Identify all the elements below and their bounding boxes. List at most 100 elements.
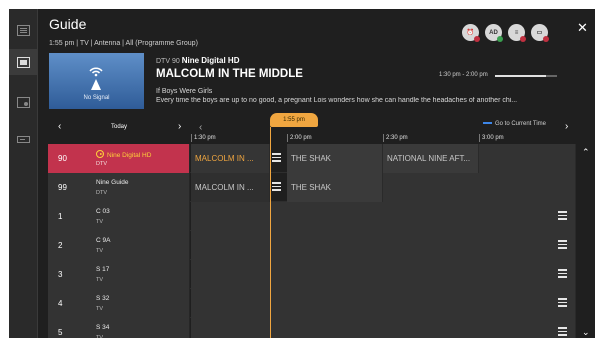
menu-icon[interactable]: [272, 182, 281, 191]
program-progress-bar: [495, 75, 557, 77]
menu-icon[interactable]: [558, 298, 567, 307]
program-cell-empty[interactable]: [383, 173, 576, 202]
program-cell-empty[interactable]: [191, 231, 576, 260]
channel-name: Nine Guide: [96, 179, 129, 186]
menu-icon[interactable]: [558, 269, 567, 278]
program-cell-empty[interactable]: [191, 289, 576, 318]
no-signal-label: No Signal: [83, 95, 110, 101]
channel-cell[interactable]: 90 Nine Digital HD DTV: [48, 144, 190, 173]
current-time-marker-icon: [483, 122, 492, 125]
program-cell[interactable]: MALCOLM IN ...: [191, 144, 270, 173]
channel-number: 4: [58, 299, 63, 308]
channel-cell[interactable]: 1 C 03 TV: [48, 202, 190, 231]
sidebar-item-guide[interactable]: [9, 17, 38, 43]
program-progress-fill: [495, 75, 547, 77]
current-channel: DTV 90 Nine Digital HD: [156, 56, 239, 65]
channel-name-text: Nine Digital HD: [107, 152, 152, 159]
schedule-list-icon[interactable]: ≡: [508, 24, 526, 42]
time-tick: 3:00 pm: [479, 134, 504, 142]
channel-row[interactable]: 99 Nine Guide DTV MALCOLM IN ... THE SHA…: [48, 173, 576, 202]
channel-name: S 32: [96, 295, 110, 302]
channel-cell[interactable]: 3 S 17 TV: [48, 260, 190, 289]
sidebar-item-settings[interactable]: [9, 126, 38, 152]
next-day-button[interactable]: ›: [178, 121, 181, 132]
channel-cell[interactable]: 99 Nine Guide DTV: [48, 173, 190, 202]
channel-cell[interactable]: 4 S 32 TV: [48, 289, 190, 318]
display-icon[interactable]: ▭: [531, 24, 549, 42]
sidebar-item-recordings[interactable]: [9, 89, 38, 115]
channel-cell[interactable]: 5 S 34 TV: [48, 318, 190, 338]
program-cell-empty[interactable]: [479, 144, 576, 173]
channel-name: S 34: [96, 324, 110, 331]
channel-cell[interactable]: 2 C 9A TV: [48, 231, 190, 260]
antenna-icon: [89, 67, 103, 90]
channel-number: 2: [58, 241, 63, 250]
channel-number: 99: [58, 183, 67, 192]
program-cell[interactable]: MALCOLM IN ...: [191, 173, 270, 202]
channel-number: 1: [58, 212, 63, 221]
prev-day-button[interactable]: ‹: [58, 121, 61, 132]
scroll-down-icon[interactable]: ⌄: [582, 327, 590, 338]
current-time-badge: 1:55 pm: [270, 113, 318, 127]
channel-row[interactable]: 2 C 9A TV: [48, 231, 576, 260]
channel-row[interactable]: 4 S 32 TV: [48, 289, 576, 318]
next-time-button[interactable]: ›: [565, 121, 568, 132]
program-cell-empty[interactable]: [191, 318, 576, 338]
menu-icon[interactable]: [558, 327, 567, 336]
channel-type: TV: [96, 277, 104, 283]
program-cell[interactable]: THE SHAK: [287, 144, 383, 173]
channel-row[interactable]: 1 C 03 TV: [48, 202, 576, 231]
scroll-up-icon[interactable]: ⌃: [582, 147, 590, 158]
program-cell[interactable]: NATIONAL NINE AFT...: [383, 144, 479, 173]
reminder-icon[interactable]: ⏰: [462, 24, 480, 42]
channel-number: 90: [58, 154, 67, 163]
hdd-icon: [17, 135, 30, 143]
current-channel-number: DTV 90: [156, 58, 180, 65]
menu-icon[interactable]: [558, 240, 567, 249]
program-episode: If Boys Were Girls: [156, 88, 213, 95]
current-channel-name: Nine Digital HD: [181, 56, 240, 65]
channel-number: 3: [58, 270, 63, 279]
audio-description-icon[interactable]: AD: [485, 24, 503, 42]
channel-row[interactable]: 3 S 17 TV: [48, 260, 576, 289]
list-icon: [17, 24, 30, 36]
channel-number: 5: [58, 328, 63, 337]
current-time-line: [270, 127, 271, 338]
program-cell[interactable]: THE SHAK: [287, 173, 383, 202]
channel-name: S 17: [96, 266, 110, 273]
go-to-current-time-button[interactable]: Go to Current Time: [483, 121, 546, 127]
channel-row[interactable]: 90 Nine Digital HD DTV MALCOLM IN ... TH…: [48, 144, 576, 173]
menu-icon[interactable]: [558, 211, 567, 220]
channel-name: C 9A: [96, 237, 111, 244]
channel-type: DTV: [96, 190, 107, 196]
menu-icon[interactable]: [272, 153, 281, 162]
channel-type: DTV: [96, 161, 107, 167]
close-icon[interactable]: ✕: [577, 21, 588, 34]
channel-row[interactable]: 5 S 34 TV: [48, 318, 576, 338]
day-label: Today: [111, 124, 128, 130]
audio-description-icon-glyph: AD: [489, 29, 498, 36]
page-title: Guide: [49, 16, 87, 32]
channel-type: TV: [96, 306, 104, 312]
record-icon: [17, 96, 30, 108]
prev-time-button[interactable]: ‹: [199, 122, 202, 133]
channel-type: TV: [96, 219, 104, 225]
time-tick: 1:30 pm: [191, 134, 216, 142]
program-time: 1:30 pm - 2:00 pm: [439, 72, 488, 78]
calendar-icon: [17, 56, 30, 68]
time-tick: 2:30 pm: [383, 134, 408, 142]
reminder-icon-glyph: ⏰: [466, 30, 475, 36]
go-to-current-time-label: Go to Current Time: [495, 121, 547, 127]
program-cell-empty[interactable]: [191, 202, 576, 231]
schedule-list-icon-glyph: ≡: [514, 29, 519, 36]
channel-type: TV: [96, 248, 104, 254]
sidebar: [9, 9, 38, 338]
channel-grid: 90 Nine Digital HD DTV MALCOLM IN ... TH…: [48, 144, 576, 338]
sidebar-item-schedule[interactable]: [9, 49, 38, 75]
program-cell-empty[interactable]: [191, 260, 576, 289]
channel-thumbnail[interactable]: No Signal: [49, 53, 144, 109]
program-title: MALCOLM IN THE MIDDLE: [156, 68, 303, 80]
program-description: Every time the boys are up to no good, a…: [156, 97, 518, 104]
page-subtitle: 1:55 pm | TV | Antenna | All (Programme …: [49, 40, 198, 47]
guide-screen: Guide 1:55 pm | TV | Antenna | All (Prog…: [9, 9, 595, 338]
